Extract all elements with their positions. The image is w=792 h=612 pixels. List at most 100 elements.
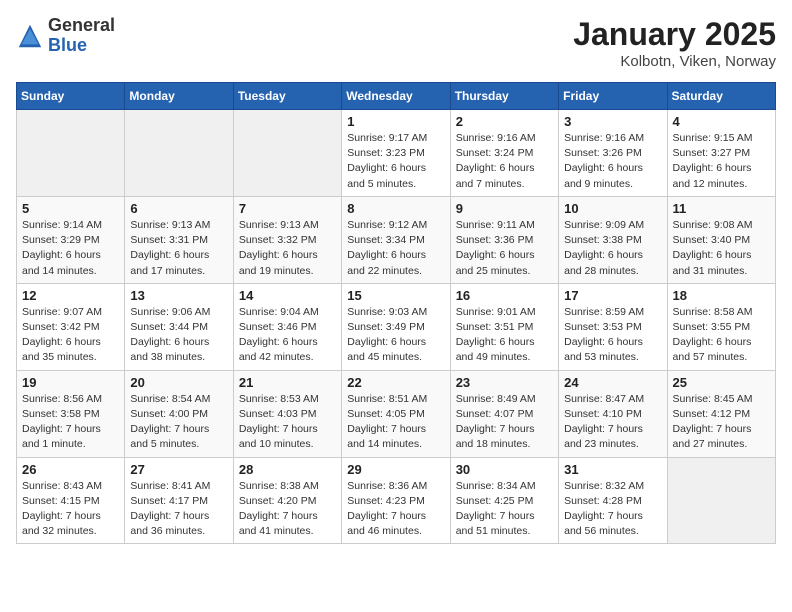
day-number: 29 bbox=[347, 462, 444, 477]
calendar-cell: 30Sunrise: 8:34 AM Sunset: 4:25 PM Dayli… bbox=[450, 457, 558, 544]
day-info: Sunrise: 9:04 AM Sunset: 3:46 PM Dayligh… bbox=[239, 305, 336, 366]
day-info: Sunrise: 9:15 AM Sunset: 3:27 PM Dayligh… bbox=[673, 131, 770, 192]
calendar-cell: 5Sunrise: 9:14 AM Sunset: 3:29 PM Daylig… bbox=[17, 196, 125, 283]
calendar-cell: 13 Sunrise: 9:06 AM Sunset: 3:44 PM Dayli… bbox=[125, 283, 233, 370]
day-number: 22 bbox=[347, 375, 444, 390]
week-row-4: 19Sunrise: 8:56 AM Sunset: 3:58 PM Dayli… bbox=[17, 370, 776, 457]
page-subtitle: Kolbotn, Viken, Norway bbox=[573, 53, 776, 70]
day-info: Sunrise: 9:06 AM Sunset: 3:44 PM Dayligh… bbox=[130, 305, 227, 366]
calendar-cell: 28 Sunrise: 8:38 AM Sunset: 4:20 PM Dayli… bbox=[233, 457, 341, 544]
day-of-week-friday: Friday bbox=[559, 83, 667, 110]
day-info: Sunrise: 9:07 AM Sunset: 3:42 PM Dayligh… bbox=[22, 305, 119, 366]
days-of-week-row: SundayMondayTuesdayWednesdayThursdayFrid… bbox=[17, 83, 776, 110]
day-of-week-monday: Monday bbox=[125, 83, 233, 110]
day-info: Sunrise: 9:08 AM Sunset: 3:40 PM Dayligh… bbox=[673, 218, 770, 279]
day-info: Sunrise: 9:14 AM Sunset: 3:29 PM Dayligh… bbox=[22, 218, 119, 279]
title-block: January 2025 Kolbotn, Viken, Norway bbox=[573, 16, 776, 70]
week-row-5: 26 Sunrise: 8:43 AM Sunset: 4:15 PM Dayli… bbox=[17, 457, 776, 544]
day-number: 9 bbox=[456, 201, 553, 216]
calendar-cell: 9Sunrise: 9:11 AM Sunset: 3:36 PM Daylig… bbox=[450, 196, 558, 283]
day-number: 30 bbox=[456, 462, 553, 477]
day-number: 4 bbox=[673, 114, 770, 129]
day-of-week-saturday: Saturday bbox=[667, 83, 775, 110]
day-info: Sunrise: 8:53 AM Sunset: 4:03 PM Dayligh… bbox=[239, 392, 336, 453]
day-info: Sunrise: 8:49 AM Sunset: 4:07 PM Dayligh… bbox=[456, 392, 553, 453]
logo-blue: Blue bbox=[48, 35, 87, 55]
day-info: Sunrise: 8:59 AM Sunset: 3:53 PM Dayligh… bbox=[564, 305, 661, 366]
calendar-cell: 4 Sunrise: 9:15 AM Sunset: 3:27 PM Daylig… bbox=[667, 110, 775, 197]
calendar-cell: 11 Sunrise: 9:08 AM Sunset: 3:40 PM Dayli… bbox=[667, 196, 775, 283]
day-number: 26 bbox=[22, 462, 119, 477]
day-number: 8 bbox=[347, 201, 444, 216]
week-row-1: 1 Sunrise: 9:17 AM Sunset: 3:23 PM Daylig… bbox=[17, 110, 776, 197]
day-number: 1 bbox=[347, 114, 444, 129]
calendar-cell: 29Sunrise: 8:36 AM Sunset: 4:23 PM Dayli… bbox=[342, 457, 450, 544]
day-number: 28 bbox=[239, 462, 336, 477]
week-row-3: 12 Sunrise: 9:07 AM Sunset: 3:42 PM Dayli… bbox=[17, 283, 776, 370]
calendar-cell: 10Sunrise: 9:09 AM Sunset: 3:38 PM Dayli… bbox=[559, 196, 667, 283]
day-number: 14 bbox=[239, 288, 336, 303]
calendar-cell: 8 Sunrise: 9:12 AM Sunset: 3:34 PM Daylig… bbox=[342, 196, 450, 283]
calendar-cell: 15Sunrise: 9:03 AM Sunset: 3:49 PM Dayli… bbox=[342, 283, 450, 370]
day-number: 31 bbox=[564, 462, 661, 477]
calendar-cell: 27 Sunrise: 8:41 AM Sunset: 4:17 PM Dayli… bbox=[125, 457, 233, 544]
calendar-cell: 16 Sunrise: 9:01 AM Sunset: 3:51 PM Dayli… bbox=[450, 283, 558, 370]
day-info: Sunrise: 8:43 AM Sunset: 4:15 PM Dayligh… bbox=[22, 479, 119, 540]
day-number: 15 bbox=[347, 288, 444, 303]
day-info: Sunrise: 8:47 AM Sunset: 4:10 PM Dayligh… bbox=[564, 392, 661, 453]
calendar-cell: 17Sunrise: 8:59 AM Sunset: 3:53 PM Dayli… bbox=[559, 283, 667, 370]
day-number: 13 bbox=[130, 288, 227, 303]
day-of-week-sunday: Sunday bbox=[17, 83, 125, 110]
calendar-cell: 25 Sunrise: 8:45 AM Sunset: 4:12 PM Dayli… bbox=[667, 370, 775, 457]
day-info: Sunrise: 9:17 AM Sunset: 3:23 PM Dayligh… bbox=[347, 131, 444, 192]
calendar-cell bbox=[667, 457, 775, 544]
calendar-cell: 12 Sunrise: 9:07 AM Sunset: 3:42 PM Dayli… bbox=[17, 283, 125, 370]
day-number: 24 bbox=[564, 375, 661, 390]
day-number: 2 bbox=[456, 114, 553, 129]
day-of-week-wednesday: Wednesday bbox=[342, 83, 450, 110]
logo: General Blue bbox=[16, 16, 115, 56]
logo-general: General bbox=[48, 15, 115, 35]
day-number: 10 bbox=[564, 201, 661, 216]
calendar-cell: 2 Sunrise: 9:16 AM Sunset: 3:24 PM Daylig… bbox=[450, 110, 558, 197]
calendar-cell: 22 Sunrise: 8:51 AM Sunset: 4:05 PM Dayli… bbox=[342, 370, 450, 457]
day-number: 12 bbox=[22, 288, 119, 303]
day-number: 23 bbox=[456, 375, 553, 390]
day-number: 18 bbox=[673, 288, 770, 303]
calendar-cell: 18Sunrise: 8:58 AM Sunset: 3:55 PM Dayli… bbox=[667, 283, 775, 370]
calendar-cell: 7 Sunrise: 9:13 AM Sunset: 3:32 PM Daylig… bbox=[233, 196, 341, 283]
day-info: Sunrise: 8:51 AM Sunset: 4:05 PM Dayligh… bbox=[347, 392, 444, 453]
calendar-cell: 31Sunrise: 8:32 AM Sunset: 4:28 PM Dayli… bbox=[559, 457, 667, 544]
page-header: General Blue January 2025 Kolbotn, Viken… bbox=[16, 16, 776, 70]
calendar-body: 1 Sunrise: 9:17 AM Sunset: 3:23 PM Daylig… bbox=[17, 110, 776, 544]
day-of-week-tuesday: Tuesday bbox=[233, 83, 341, 110]
day-number: 11 bbox=[673, 201, 770, 216]
calendar-cell: 21Sunrise: 8:53 AM Sunset: 4:03 PM Dayli… bbox=[233, 370, 341, 457]
day-of-week-thursday: Thursday bbox=[450, 83, 558, 110]
day-number: 7 bbox=[239, 201, 336, 216]
calendar-cell: 6 Sunrise: 9:13 AM Sunset: 3:31 PM Daylig… bbox=[125, 196, 233, 283]
calendar-cell bbox=[233, 110, 341, 197]
day-info: Sunrise: 8:38 AM Sunset: 4:20 PM Dayligh… bbox=[239, 479, 336, 540]
calendar-cell: 26 Sunrise: 8:43 AM Sunset: 4:15 PM Dayli… bbox=[17, 457, 125, 544]
day-info: Sunrise: 9:13 AM Sunset: 3:32 PM Dayligh… bbox=[239, 218, 336, 279]
calendar-cell: 1 Sunrise: 9:17 AM Sunset: 3:23 PM Daylig… bbox=[342, 110, 450, 197]
page-title: January 2025 bbox=[573, 16, 776, 53]
day-info: Sunrise: 8:54 AM Sunset: 4:00 PM Dayligh… bbox=[130, 392, 227, 453]
calendar-cell: 24 Sunrise: 8:47 AM Sunset: 4:10 PM Dayli… bbox=[559, 370, 667, 457]
logo-icon bbox=[16, 22, 44, 50]
day-info: Sunrise: 9:12 AM Sunset: 3:34 PM Dayligh… bbox=[347, 218, 444, 279]
calendar-header: SundayMondayTuesdayWednesdayThursdayFrid… bbox=[17, 83, 776, 110]
day-info: Sunrise: 9:13 AM Sunset: 3:31 PM Dayligh… bbox=[130, 218, 227, 279]
day-info: Sunrise: 9:16 AM Sunset: 3:24 PM Dayligh… bbox=[456, 131, 553, 192]
day-number: 27 bbox=[130, 462, 227, 477]
day-info: Sunrise: 8:41 AM Sunset: 4:17 PM Dayligh… bbox=[130, 479, 227, 540]
day-number: 6 bbox=[130, 201, 227, 216]
day-info: Sunrise: 9:01 AM Sunset: 3:51 PM Dayligh… bbox=[456, 305, 553, 366]
day-number: 25 bbox=[673, 375, 770, 390]
day-number: 19 bbox=[22, 375, 119, 390]
calendar-cell bbox=[17, 110, 125, 197]
day-info: Sunrise: 8:45 AM Sunset: 4:12 PM Dayligh… bbox=[673, 392, 770, 453]
day-number: 3 bbox=[564, 114, 661, 129]
day-number: 16 bbox=[456, 288, 553, 303]
